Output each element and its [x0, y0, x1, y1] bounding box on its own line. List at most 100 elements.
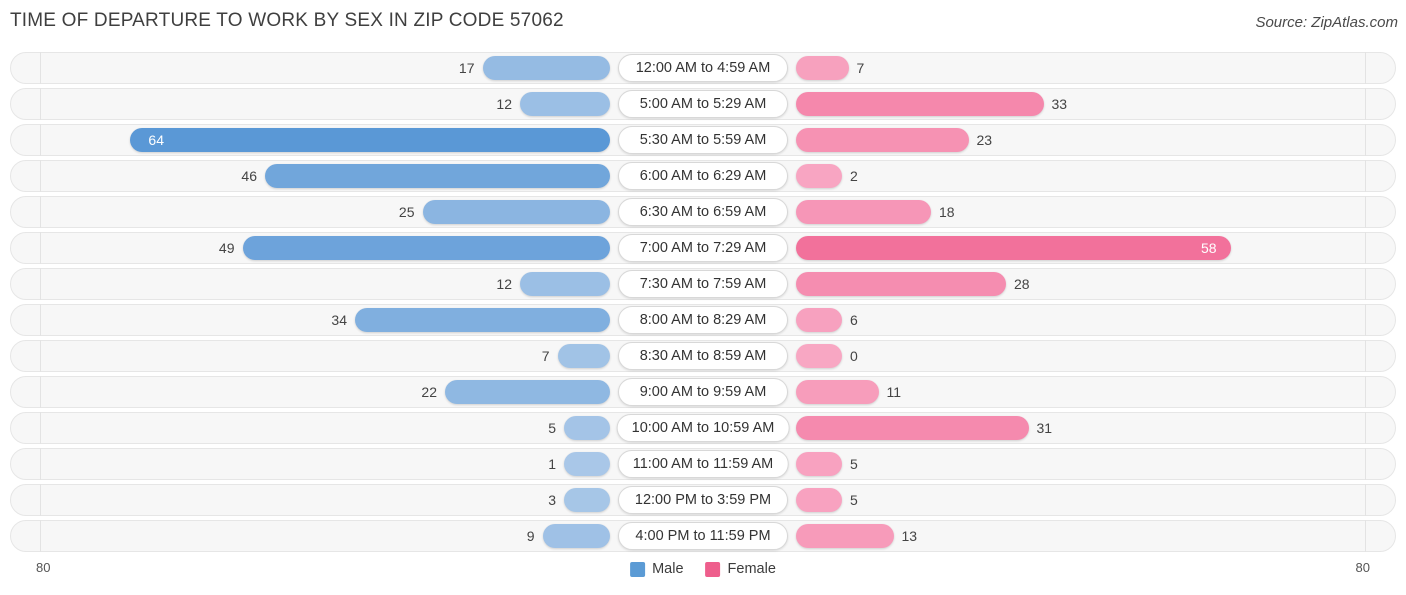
female-bar[interactable] [796, 452, 842, 476]
axis-line-right [1365, 232, 1366, 264]
chart-row: 49 58 7:00 AM to 7:29 AM [10, 232, 1396, 264]
male-bar[interactable] [355, 308, 610, 332]
category-label: 8:30 AM to 8:59 AM [618, 342, 788, 370]
male-value-label: 17 [458, 60, 475, 76]
female-bar[interactable] [796, 92, 1044, 116]
chart-row: 34 6 8:00 AM to 8:29 AM [10, 304, 1396, 336]
chart-root: TIME OF DEPARTURE TO WORK BY SEX IN ZIP … [0, 0, 1406, 595]
male-bar[interactable] [445, 380, 610, 404]
female-bar[interactable] [796, 524, 894, 548]
male-value-label: 46 [241, 168, 257, 184]
male-bar[interactable] [557, 344, 610, 368]
male-value-label: 49 [218, 240, 235, 256]
category-label: 5:30 AM to 5:59 AM [618, 126, 788, 154]
female-value-label: 0 [850, 348, 858, 364]
female-bar[interactable] [796, 128, 969, 152]
axis-line-left [40, 88, 41, 120]
axis-line-right [1365, 52, 1366, 84]
axis-line-right [1365, 88, 1366, 120]
chart-row: 5 31 10:00 AM to 10:59 AM [10, 412, 1396, 444]
axis-line-left [40, 376, 41, 408]
female-value-label: 31 [1036, 420, 1053, 436]
chart-row: 46 2 6:00 AM to 6:29 AM [10, 160, 1396, 192]
male-value-label: 64 [148, 132, 164, 148]
category-label: 4:00 PM to 11:59 PM [618, 522, 788, 550]
chart-row: 64 23 5:30 AM to 5:59 AM [10, 124, 1396, 156]
axis-line-left [40, 484, 41, 516]
male-bar[interactable] [265, 164, 610, 188]
male-bar[interactable] [422, 200, 610, 224]
axis-line-right [1365, 520, 1366, 552]
female-bar[interactable] [796, 200, 931, 224]
legend-item-female[interactable]: Female [705, 561, 776, 577]
category-label: 6:30 AM to 6:59 AM [618, 198, 788, 226]
axis-line-right [1365, 160, 1366, 192]
female-bar[interactable] [796, 416, 1029, 440]
bar-chart-plot: 17 7 12:00 AM to 4:59 AM 12 33 5:00 AM to 5:2… [10, 52, 1396, 556]
male-value-label: 1 [548, 456, 556, 472]
axis-max-left: 80 [36, 560, 51, 575]
axis-line-left [40, 412, 41, 444]
male-bar[interactable] [520, 92, 610, 116]
axis-line-left [40, 52, 41, 84]
male-bar[interactable] [130, 128, 610, 152]
category-label: 12:00 PM to 3:59 PM [618, 486, 788, 514]
male-bar[interactable] [564, 452, 610, 476]
male-value-label: 12 [496, 276, 512, 292]
axis-line-left [40, 340, 41, 372]
chart-row: 17 7 12:00 AM to 4:59 AM [10, 52, 1396, 84]
chart-legend: Male Female [630, 561, 776, 577]
axis-line-right [1365, 124, 1366, 156]
male-bar[interactable] [564, 488, 610, 512]
male-bar[interactable] [520, 272, 610, 296]
male-value-label: 3 [548, 492, 556, 508]
male-bar[interactable] [542, 524, 610, 548]
female-bar[interactable] [796, 236, 1231, 260]
female-bar[interactable] [796, 308, 842, 332]
axis-line-right [1365, 196, 1366, 228]
axis-line-right [1365, 448, 1366, 480]
male-value-label: 5 [548, 420, 556, 436]
male-bar[interactable] [242, 236, 610, 260]
female-color-swatch [705, 561, 721, 577]
chart-row: 3 5 12:00 PM to 3:59 PM [10, 484, 1396, 516]
chart-row: 12 33 5:00 AM to 5:29 AM [10, 88, 1396, 120]
source-attribution: Source: ZipAtlas.com [1255, 14, 1398, 31]
female-bar[interactable] [796, 344, 842, 368]
female-value-label: 23 [976, 132, 993, 148]
axis-line-left [40, 268, 41, 300]
axis-max-right: 80 [1355, 560, 1370, 575]
axis-line-left [40, 160, 41, 192]
category-label: 6:00 AM to 6:29 AM [618, 162, 788, 190]
male-bar[interactable] [564, 416, 610, 440]
male-value-label: 34 [331, 312, 347, 328]
female-bar[interactable] [796, 272, 1006, 296]
male-bar[interactable] [482, 56, 610, 80]
axis-line-left [40, 196, 41, 228]
axis-line-left [40, 232, 41, 264]
male-value-label: 9 [526, 528, 535, 544]
female-value-label: 28 [1014, 276, 1030, 292]
axis-line-right [1365, 412, 1366, 444]
female-bar[interactable] [796, 488, 842, 512]
female-value-label: 13 [901, 528, 918, 544]
category-label: 12:00 AM to 4:59 AM [618, 54, 788, 82]
female-bar[interactable] [796, 56, 849, 80]
female-bar[interactable] [796, 380, 879, 404]
female-value-label: 58 [1201, 240, 1217, 256]
category-label: 11:00 AM to 11:59 AM [617, 450, 789, 478]
axis-line-right [1365, 484, 1366, 516]
female-value-label: 5 [850, 456, 858, 472]
legend-label-female: Female [727, 561, 776, 577]
male-color-swatch [630, 561, 646, 577]
female-bar[interactable] [796, 164, 842, 188]
axis-line-left [40, 520, 41, 552]
axis-line-left [40, 448, 41, 480]
female-value-label: 11 [886, 384, 902, 400]
legend-item-male[interactable]: Male [630, 561, 684, 577]
chart-row: 25 18 6:30 AM to 6:59 AM [10, 196, 1396, 228]
male-value-label: 7 [541, 348, 550, 364]
chart-row: 1 5 11:00 AM to 11:59 AM [10, 448, 1396, 480]
chart-row: 12 28 7:30 AM to 7:59 AM [10, 268, 1396, 300]
category-label: 5:00 AM to 5:29 AM [618, 90, 788, 118]
